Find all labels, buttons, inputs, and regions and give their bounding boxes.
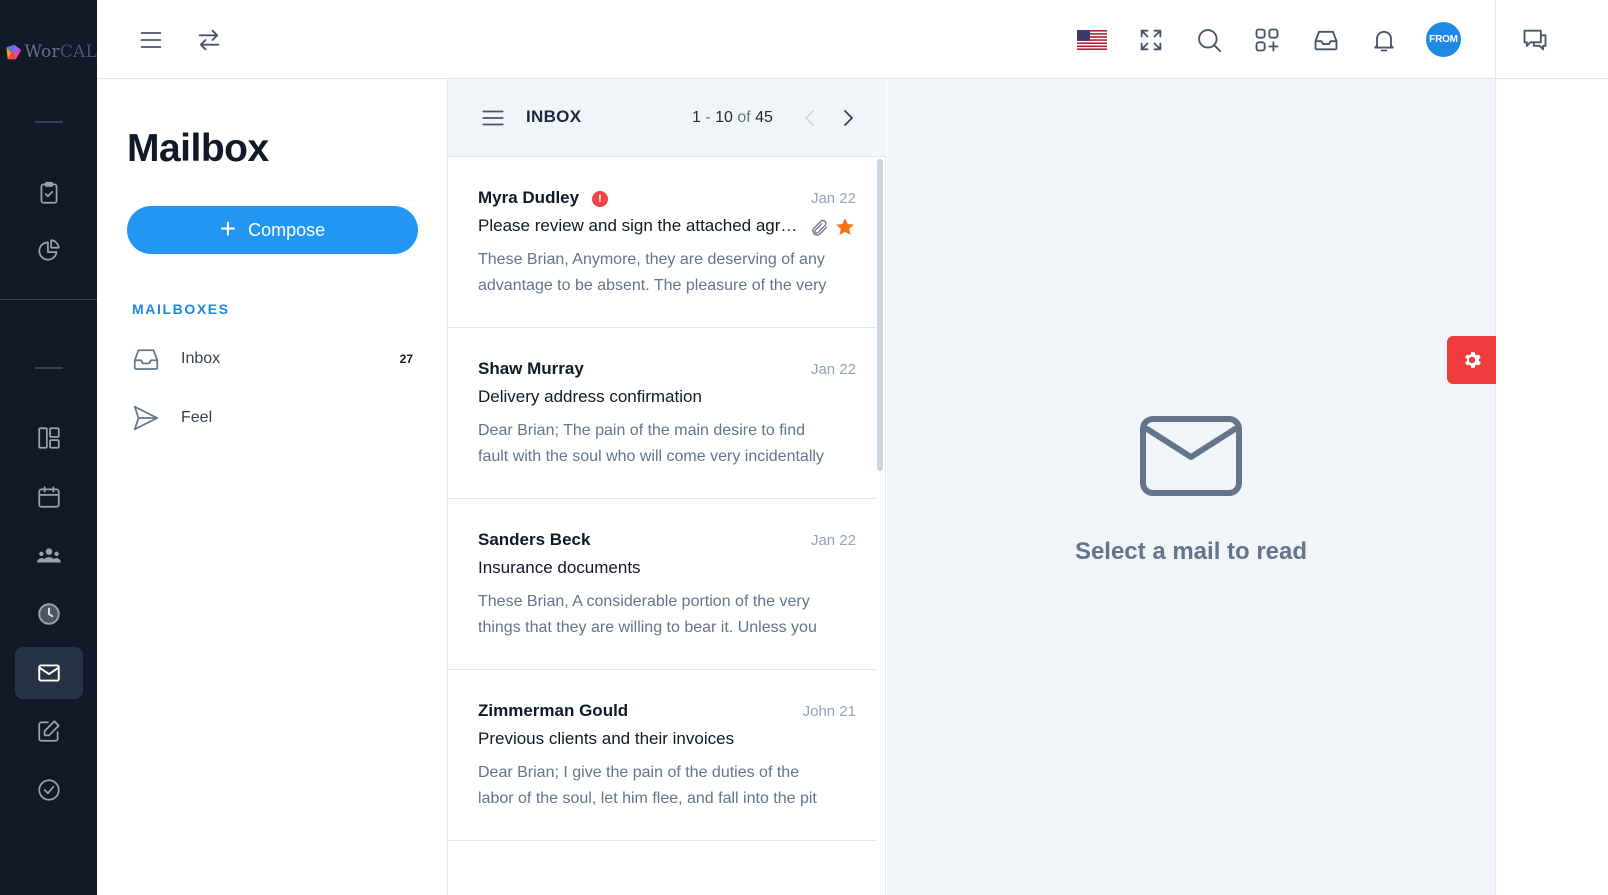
mail-date: Jan 22 bbox=[810, 532, 856, 549]
mail-preview: Dear Brian; I give the pain of the dutie… bbox=[478, 764, 817, 807]
list-menu-icon[interactable] bbox=[480, 105, 506, 131]
language-button[interactable] bbox=[1072, 20, 1112, 60]
sidebar-item-done[interactable] bbox=[15, 764, 83, 816]
mailbox-panel: Mailbox + Compose MAILBOXES Inbox 27 Fee… bbox=[97, 79, 448, 895]
inbox-icon bbox=[133, 349, 159, 370]
sidebar-item-history[interactable] bbox=[15, 588, 83, 640]
sidebar: WorCAL bbox=[0, 0, 97, 895]
topbar-separator bbox=[1495, 0, 1496, 79]
mail-icon bbox=[38, 664, 60, 682]
mail-sender: Shaw Murray bbox=[478, 359, 584, 378]
plus-icon: + bbox=[219, 212, 237, 244]
apps-button[interactable] bbox=[1247, 20, 1287, 60]
mail-preview: Dear Brian; The pain of the main desire … bbox=[478, 422, 824, 465]
compose-label: Compose bbox=[248, 219, 326, 240]
search-button[interactable] bbox=[1189, 20, 1229, 60]
sidebar-item-dashboard[interactable] bbox=[15, 412, 83, 464]
sidebar-item-calendar[interactable] bbox=[15, 471, 83, 523]
mail-subject: Previous clients and their invoices bbox=[478, 729, 735, 748]
menu-icon bbox=[140, 32, 162, 48]
menu-toggle-button[interactable] bbox=[131, 20, 171, 60]
next-page-icon[interactable] bbox=[836, 105, 860, 131]
layout-icon bbox=[38, 427, 60, 449]
pie-chart-icon bbox=[38, 239, 60, 261]
gear-icon bbox=[1464, 352, 1481, 368]
empty-state-message: Select a mail to read bbox=[1074, 538, 1308, 565]
bell-icon bbox=[1374, 30, 1394, 52]
clock-icon bbox=[38, 603, 60, 625]
mailbox-item-sent[interactable]: Feel bbox=[127, 398, 417, 438]
page-title: Mailbox bbox=[127, 127, 269, 170]
mail-preview: These Brian, Anymore, they are deserving… bbox=[478, 251, 827, 294]
mailboxes-heading: MAILBOXES bbox=[132, 301, 230, 317]
important-badge: ! bbox=[592, 191, 608, 207]
settings-button[interactable] bbox=[1447, 336, 1496, 384]
right-panel bbox=[1495, 79, 1608, 895]
us-flag-icon bbox=[1077, 30, 1107, 50]
clipboard-check-icon bbox=[40, 181, 58, 204]
mailbox-item-inbox[interactable]: Inbox 27 bbox=[127, 339, 417, 379]
mail-subject: Delivery address confirmation bbox=[478, 387, 702, 406]
logo-text: WorCAL bbox=[24, 42, 97, 62]
fullscreen-button[interactable] bbox=[1131, 20, 1171, 60]
sidebar-divider bbox=[35, 121, 63, 123]
mail-subject: Please review and sign the attached agre… bbox=[478, 216, 802, 235]
mail-item[interactable]: Sanders Beck Jan 22 Insurance documents … bbox=[448, 499, 876, 670]
check-circle-icon bbox=[38, 779, 60, 801]
mail-date: John 21 bbox=[802, 703, 856, 720]
mail-item[interactable]: Zimmerman Gould John 21 Previous clients… bbox=[448, 670, 876, 841]
unread-count: 27 bbox=[399, 352, 413, 366]
chat-icon bbox=[1523, 29, 1547, 51]
fullscreen-icon bbox=[1140, 29, 1162, 51]
sidebar-item-notes[interactable] bbox=[15, 705, 83, 757]
mailbox-item-label: Feel bbox=[181, 409, 213, 426]
mail-date: Jan 22 bbox=[810, 361, 856, 378]
sidebar-item-team[interactable] bbox=[15, 530, 83, 582]
tray-button[interactable] bbox=[1306, 20, 1346, 60]
notifications-button[interactable] bbox=[1364, 20, 1404, 60]
mail-sender: Myra Dudley bbox=[478, 188, 580, 207]
mailbox-item-label: Inbox bbox=[181, 350, 221, 367]
folder-title: INBOX bbox=[526, 107, 582, 126]
sidebar-item-tasks[interactable] bbox=[15, 167, 83, 219]
sidebar-divider bbox=[35, 367, 63, 369]
mail-list-header: INBOX 1 - 10 of 45 bbox=[448, 79, 886, 157]
mail-sender: Zimmerman Gould bbox=[478, 701, 629, 720]
pagination-info: 1 - 10 of 45 bbox=[692, 109, 773, 126]
apps-icon bbox=[1255, 28, 1279, 52]
swap-icon bbox=[198, 29, 220, 51]
send-icon bbox=[133, 405, 159, 431]
logo-mark-icon bbox=[6, 44, 22, 60]
user-avatar[interactable]: FROM bbox=[1426, 22, 1461, 57]
edit-icon bbox=[38, 720, 60, 742]
brand-logo[interactable]: WorCAL bbox=[0, 26, 97, 78]
chat-button[interactable] bbox=[1515, 20, 1555, 60]
mail-subject: Insurance documents bbox=[478, 558, 641, 577]
compose-button[interactable]: + Compose bbox=[127, 206, 418, 254]
mail-sender: Sanders Beck bbox=[478, 530, 591, 549]
mail-list-scrollbar[interactable] bbox=[877, 159, 883, 471]
sidebar-item-reports[interactable] bbox=[15, 225, 83, 277]
sidebar-item-mail[interactable] bbox=[15, 647, 83, 699]
topbar: FROM bbox=[97, 0, 1608, 79]
mail-date: Jan 22 bbox=[810, 190, 856, 207]
calendar-icon bbox=[38, 486, 60, 508]
search-icon bbox=[1198, 29, 1222, 53]
paperclip-icon bbox=[812, 219, 828, 236]
users-icon bbox=[37, 548, 61, 563]
envelope-icon bbox=[1140, 416, 1242, 496]
swap-layout-button[interactable] bbox=[189, 20, 229, 60]
mail-list-panel: INBOX 1 - 10 of 45 Myra Dudley ! Jan 22 … bbox=[448, 79, 886, 895]
sidebar-section-line bbox=[0, 299, 97, 300]
star-icon[interactable] bbox=[834, 216, 856, 238]
mail-reader: Select a mail to read bbox=[887, 79, 1495, 895]
tray-icon bbox=[1314, 30, 1338, 51]
mail-item[interactable]: Myra Dudley ! Jan 22 Please review and s… bbox=[448, 157, 876, 328]
mail-preview: These Brian, A considerable portion of t… bbox=[478, 593, 817, 636]
previous-page-icon[interactable] bbox=[798, 105, 822, 131]
mail-item[interactable]: Shaw Murray Jan 22 Delivery address conf… bbox=[448, 328, 876, 499]
